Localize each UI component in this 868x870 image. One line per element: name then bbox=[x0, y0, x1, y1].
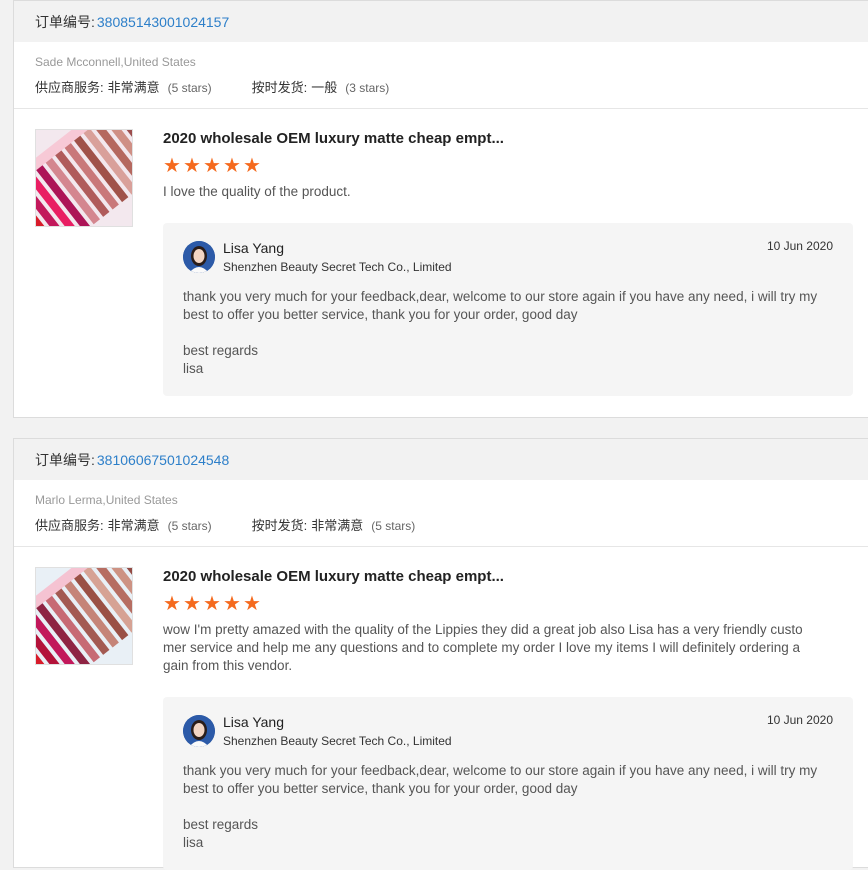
reply-text: thank you very much for your feedback,de… bbox=[183, 289, 818, 322]
supplier-service-stars: (5 stars) bbox=[167, 81, 212, 95]
review-body: 2020 wholesale OEM luxury matte cheap em… bbox=[163, 129, 868, 396]
star-icon: ★ bbox=[203, 593, 221, 615]
rating-stars: ★ ★ ★ ★ ★ bbox=[163, 593, 868, 615]
reply-sign-line: lisa bbox=[183, 835, 204, 850]
reply-sign-line: best regards bbox=[183, 817, 259, 832]
star-icon: ★ bbox=[223, 593, 241, 615]
on-time-delivery-stars: (3 stars) bbox=[345, 81, 390, 95]
reply-header: Lisa Yang Shenzhen Beauty Secret Tech Co… bbox=[183, 713, 833, 748]
reply-text: thank you very much for your feedback,de… bbox=[183, 763, 818, 796]
review-section: 2020 wholesale OEM luxury matte cheap em… bbox=[14, 109, 868, 396]
supplier-ratings: 供应商服务: 非常满意 (5 stars) 按时发货: 一般 (3 stars) bbox=[35, 77, 868, 96]
seller-reply: Lisa Yang Shenzhen Beauty Secret Tech Co… bbox=[163, 697, 853, 870]
star-icon: ★ bbox=[223, 155, 241, 177]
on-time-delivery-label: 按时发货: bbox=[251, 80, 308, 95]
order-review-card: 订单编号: 38085143001024157 Sade Mcconnell,U… bbox=[13, 0, 868, 418]
order-header: 订单编号: 38085143001024157 bbox=[14, 1, 868, 42]
order-number-label: 订单编号: bbox=[35, 451, 95, 468]
star-icon: ★ bbox=[163, 155, 181, 177]
order-number-link[interactable]: 38106067501024548 bbox=[97, 452, 229, 468]
seller-info: Lisa Yang Shenzhen Beauty Secret Tech Co… bbox=[223, 239, 452, 274]
order-review-card: 订单编号: 38106067501024548 Marlo Lerma,Unit… bbox=[13, 438, 868, 870]
product-thumbnail[interactable] bbox=[35, 567, 133, 665]
supplier-service-label: 供应商服务: bbox=[35, 80, 104, 95]
on-time-delivery-label: 按时发货: bbox=[251, 518, 308, 533]
seller-avatar bbox=[183, 715, 215, 747]
review-section: 2020 wholesale OEM luxury matte cheap em… bbox=[14, 547, 868, 870]
star-icon: ★ bbox=[243, 593, 261, 615]
on-time-delivery-stars: (5 stars) bbox=[371, 519, 416, 533]
supplier-service-label: 供应商服务: bbox=[35, 518, 104, 533]
seller-company: Shenzhen Beauty Secret Tech Co., Limited bbox=[223, 260, 452, 274]
order-number-label: 订单编号: bbox=[35, 13, 95, 30]
buyer-info: Marlo Lerma,United States 供应商服务: 非常满意 (5… bbox=[14, 480, 868, 547]
product-title-link[interactable]: 2020 wholesale OEM luxury matte cheap em… bbox=[163, 567, 868, 587]
seller-name: Lisa Yang bbox=[223, 714, 284, 730]
reply-header: Lisa Yang Shenzhen Beauty Secret Tech Co… bbox=[183, 239, 833, 274]
star-icon: ★ bbox=[203, 155, 221, 177]
star-icon: ★ bbox=[243, 155, 261, 177]
rating-stars: ★ ★ ★ ★ ★ bbox=[163, 155, 868, 177]
supplier-service-stars: (5 stars) bbox=[167, 519, 212, 533]
supplier-service-value: 非常满意 bbox=[107, 518, 160, 533]
order-number-link[interactable]: 38085143001024157 bbox=[97, 14, 229, 30]
supplier-service-value: 非常满意 bbox=[107, 80, 160, 95]
review-text: wow I'm pretty amazed with the quality o… bbox=[163, 622, 803, 673]
reply-date: 10 Jun 2020 bbox=[766, 239, 833, 253]
review-body: 2020 wholesale OEM luxury matte cheap em… bbox=[163, 567, 868, 870]
buyer-name: Sade Mcconnell,United States bbox=[35, 55, 196, 69]
review-feed: 订单编号: 38085143001024157 Sade Mcconnell,U… bbox=[0, 0, 868, 870]
seller-reply: Lisa Yang Shenzhen Beauty Secret Tech Co… bbox=[163, 223, 853, 396]
seller-info: Lisa Yang Shenzhen Beauty Secret Tech Co… bbox=[223, 713, 452, 748]
reply-date: 10 Jun 2020 bbox=[766, 713, 833, 727]
reply-sign-line: lisa bbox=[183, 361, 204, 376]
buyer-info: Sade Mcconnell,United States 供应商服务: 非常满意… bbox=[14, 42, 868, 109]
on-time-delivery-value: 一般 bbox=[311, 80, 338, 95]
seller-name: Lisa Yang bbox=[223, 240, 284, 256]
seller-avatar bbox=[183, 241, 215, 273]
reply-signature: best regards lisa bbox=[183, 816, 833, 852]
product-thumbnail[interactable] bbox=[35, 129, 133, 227]
star-icon: ★ bbox=[163, 593, 181, 615]
on-time-delivery-value: 非常满意 bbox=[311, 518, 364, 533]
seller-company: Shenzhen Beauty Secret Tech Co., Limited bbox=[223, 734, 452, 748]
product-title-link[interactable]: 2020 wholesale OEM luxury matte cheap em… bbox=[163, 129, 868, 149]
buyer-name: Marlo Lerma,United States bbox=[35, 493, 178, 507]
on-time-delivery-rating: 按时发货: 非常满意 (5 stars) bbox=[252, 515, 416, 534]
supplier-ratings: 供应商服务: 非常满意 (5 stars) 按时发货: 非常满意 (5 star… bbox=[35, 515, 868, 534]
star-icon: ★ bbox=[183, 155, 201, 177]
star-icon: ★ bbox=[183, 593, 201, 615]
reply-signature: best regards lisa bbox=[183, 342, 833, 378]
review-text: I love the quality of the product. bbox=[163, 184, 351, 199]
supplier-service-rating: 供应商服务: 非常满意 (5 stars) bbox=[35, 515, 212, 534]
supplier-service-rating: 供应商服务: 非常满意 (5 stars) bbox=[35, 77, 212, 96]
on-time-delivery-rating: 按时发货: 一般 (3 stars) bbox=[252, 77, 390, 96]
reply-sign-line: best regards bbox=[183, 343, 259, 358]
order-header: 订单编号: 38106067501024548 bbox=[14, 439, 868, 480]
